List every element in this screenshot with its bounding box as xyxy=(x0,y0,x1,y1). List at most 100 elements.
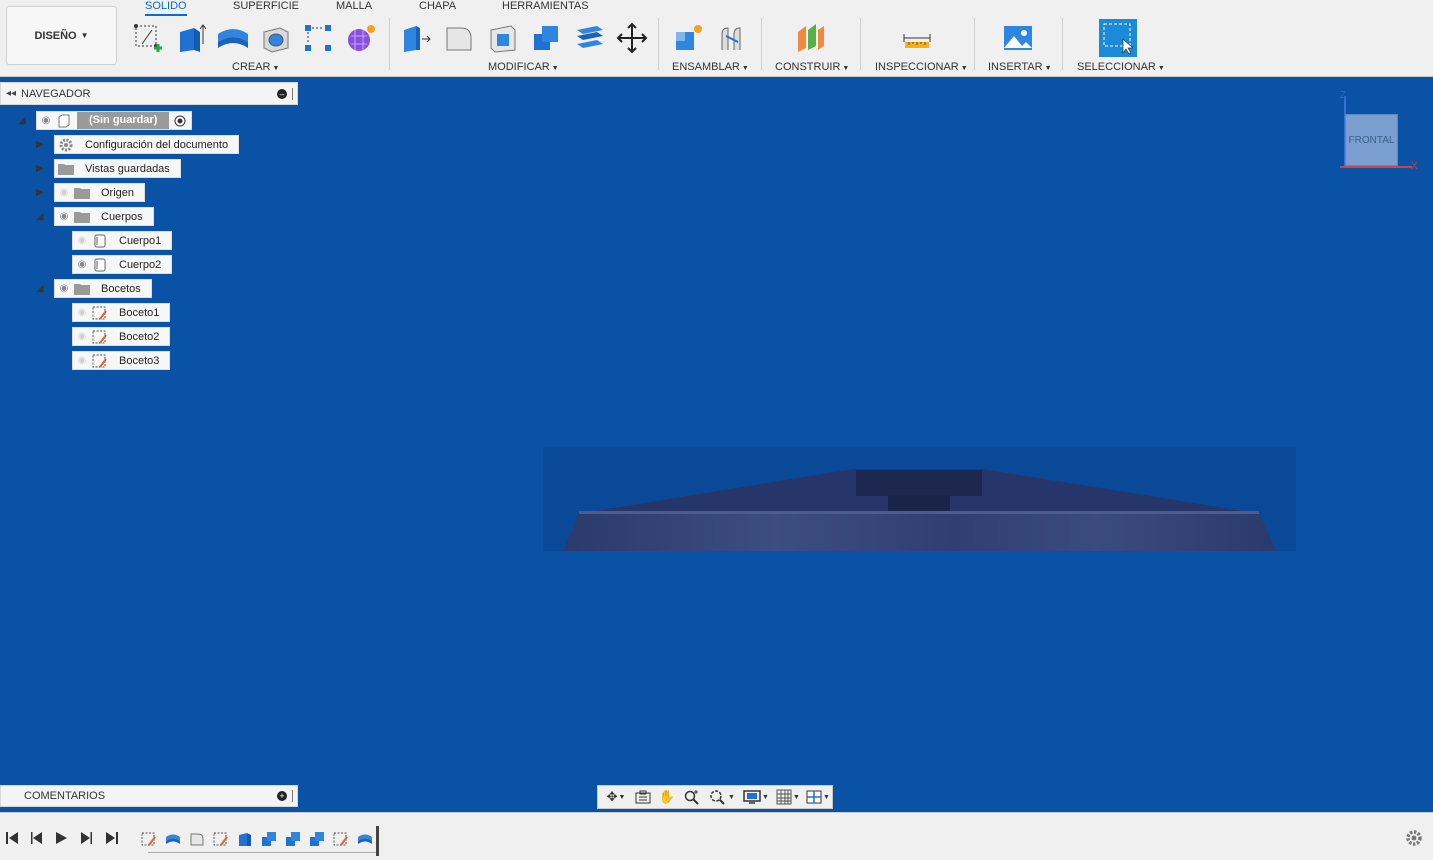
zoom-button[interactable] xyxy=(680,787,704,807)
timeline-feature-extrude[interactable] xyxy=(236,830,254,848)
tab-superficie[interactable]: SUPERFICIE xyxy=(233,0,299,16)
viewports-button[interactable]: ▼ xyxy=(804,787,832,807)
tree-node[interactable]: ◉ Boceto3 xyxy=(72,351,171,370)
timeline-feature-revolve[interactable] xyxy=(164,830,182,848)
tree-node[interactable]: ◉ Cuerpo1 xyxy=(72,231,173,250)
panel-grip-icon[interactable] xyxy=(292,790,293,802)
tree-expanded-icon[interactable]: ◢ xyxy=(36,284,46,294)
extrude-button[interactable] xyxy=(172,20,208,56)
orbit-button[interactable]: ✥ ▼ xyxy=(602,787,630,807)
timeline-feature-combine[interactable] xyxy=(260,830,278,848)
previous-step-button[interactable] xyxy=(29,830,45,846)
display-settings-button[interactable]: ▼ xyxy=(740,787,772,807)
plus-icon[interactable]: + xyxy=(277,791,287,801)
tree-collapsed-icon[interactable]: ▶ xyxy=(36,188,46,198)
tree-collapsed-icon[interactable]: ▶ xyxy=(36,164,46,174)
canvas-viewport[interactable] xyxy=(0,78,1433,812)
seleccionar-menu[interactable]: SELECCIONAR ▼ xyxy=(1077,61,1165,73)
first-step-button[interactable] xyxy=(4,830,20,846)
tree-node[interactable]: ◉ Cuerpo2 xyxy=(72,255,173,274)
next-step-button[interactable] xyxy=(78,830,94,846)
tab-solido[interactable]: SOLIDO xyxy=(145,0,187,16)
create-sketch-button[interactable] xyxy=(130,20,166,56)
eye-icon[interactable]: ◉ xyxy=(55,211,73,222)
eye-hidden-icon[interactable]: ◉ xyxy=(73,355,91,366)
select-button[interactable] xyxy=(1099,19,1137,57)
fillet-button[interactable] xyxy=(441,20,477,56)
play-button[interactable] xyxy=(53,830,69,846)
new-component-button[interactable] xyxy=(670,20,706,56)
workspace-dropdown[interactable]: DISEÑO ▼ xyxy=(6,6,117,65)
press-pull-button[interactable] xyxy=(398,20,434,56)
timeline-feature-combine[interactable] xyxy=(308,830,326,848)
activate-radio-icon[interactable] xyxy=(169,115,191,127)
eye-hidden-icon[interactable]: ◉ xyxy=(73,307,91,318)
split-body-button[interactable] xyxy=(571,20,607,56)
view-cube[interactable]: FRONTAL xyxy=(1345,114,1398,166)
tab-chapa[interactable]: CHAPA xyxy=(419,0,456,16)
tree-item-cuerpo1[interactable]: ◉ Cuerpo1 xyxy=(72,231,173,250)
tree-collapsed-icon[interactable]: ▶ xyxy=(36,140,46,150)
pattern-button[interactable] xyxy=(300,20,336,56)
tree-item-cuerpo2[interactable]: ◉ Cuerpo2 xyxy=(72,255,173,274)
grid-settings-button[interactable]: ▼ xyxy=(774,787,802,807)
hole-button[interactable] xyxy=(258,20,294,56)
measure-button[interactable] xyxy=(899,20,935,56)
tree-node[interactable]: ◉ Origen xyxy=(54,183,146,202)
insertar-menu[interactable]: INSERTAR ▼ xyxy=(988,61,1052,73)
eye-icon[interactable]: ◉ xyxy=(37,115,55,126)
tree-item-origen[interactable]: ◉ Origen xyxy=(54,183,146,202)
shell-button[interactable] xyxy=(485,20,521,56)
tree-node[interactable]: Vistas guardadas xyxy=(54,159,181,178)
timeline-feature-combine[interactable] xyxy=(284,830,302,848)
tree-node[interactable]: ◉ Boceto2 xyxy=(72,327,171,346)
combine-button[interactable] xyxy=(528,20,564,56)
tree-root-node[interactable]: ◉ (Sin guardar) xyxy=(36,111,193,130)
timeline-feature-revolve[interactable] xyxy=(356,830,374,848)
last-step-button[interactable] xyxy=(104,830,120,846)
timeline-feature-fillet[interactable] xyxy=(188,830,206,848)
timeline-marker[interactable] xyxy=(376,826,379,856)
tree-item-config[interactable]: Configuración del documento xyxy=(54,135,240,154)
look-at-button[interactable] xyxy=(632,787,654,807)
joint-button[interactable] xyxy=(714,20,750,56)
crear-menu[interactable]: CREAR ▼ xyxy=(232,61,279,73)
eye-icon[interactable]: ◉ xyxy=(73,259,91,270)
construir-menu[interactable]: CONSTRUIR ▼ xyxy=(775,61,849,73)
fit-button[interactable]: ▼ xyxy=(706,787,738,807)
insert-image-button[interactable] xyxy=(1000,20,1036,56)
tree-node[interactable]: Configuración del documento xyxy=(54,135,240,154)
create-form-button[interactable] xyxy=(343,20,379,56)
offset-plane-button[interactable] xyxy=(792,20,828,56)
tree-expanded-icon[interactable]: ◢ xyxy=(36,212,46,222)
ensamblar-menu[interactable]: ENSAMBLAR ▼ xyxy=(672,61,749,73)
tree-node[interactable]: ◉ Bocetos xyxy=(54,279,152,298)
eye-hidden-icon[interactable]: ◉ xyxy=(73,331,91,342)
tree-item-boceto1[interactable]: ◉ Boceto1 xyxy=(72,303,171,322)
tree-expanded-icon[interactable]: ◢ xyxy=(18,116,28,126)
timeline-feature-sketch[interactable] xyxy=(332,830,350,848)
tree-node[interactable]: ◉ Boceto1 xyxy=(72,303,171,322)
tree-item-bocetos[interactable]: ◉ Bocetos xyxy=(54,279,152,298)
tree-root[interactable]: ◉ (Sin guardar) xyxy=(36,111,193,130)
tree-item-vistas[interactable]: Vistas guardadas xyxy=(54,159,181,178)
timeline-settings-button[interactable] xyxy=(1405,829,1423,847)
tree-item-cuerpos[interactable]: ◉ Cuerpos xyxy=(54,207,154,226)
tab-herramientas[interactable]: HERRAMIENTAS xyxy=(502,0,589,16)
eye-icon[interactable]: ◉ xyxy=(55,283,73,294)
panel-grip-icon[interactable] xyxy=(292,87,293,100)
tree-item-boceto3[interactable]: ◉ Boceto3 xyxy=(72,351,171,370)
tree-item-boceto2[interactable]: ◉ Boceto2 xyxy=(72,327,171,346)
timeline-feature-sketch[interactable] xyxy=(140,830,158,848)
tab-malla[interactable]: MALLA xyxy=(336,0,372,16)
revolve-button[interactable] xyxy=(215,20,251,56)
timeline-feature-sketch[interactable] xyxy=(212,830,230,848)
inspeccionar-menu[interactable]: INSPECCIONAR ▼ xyxy=(875,61,968,73)
modificar-menu[interactable]: MODIFICAR ▼ xyxy=(488,61,559,73)
eye-hidden-icon[interactable]: ◉ xyxy=(73,235,91,246)
tree-node[interactable]: ◉ Cuerpos xyxy=(54,207,154,226)
collapse-panel-icon[interactable]: ◂◂ xyxy=(1,88,21,99)
minus-icon[interactable]: – xyxy=(277,88,287,99)
eye-hidden-icon[interactable]: ◉ xyxy=(55,187,73,198)
model-body[interactable] xyxy=(543,447,1296,551)
